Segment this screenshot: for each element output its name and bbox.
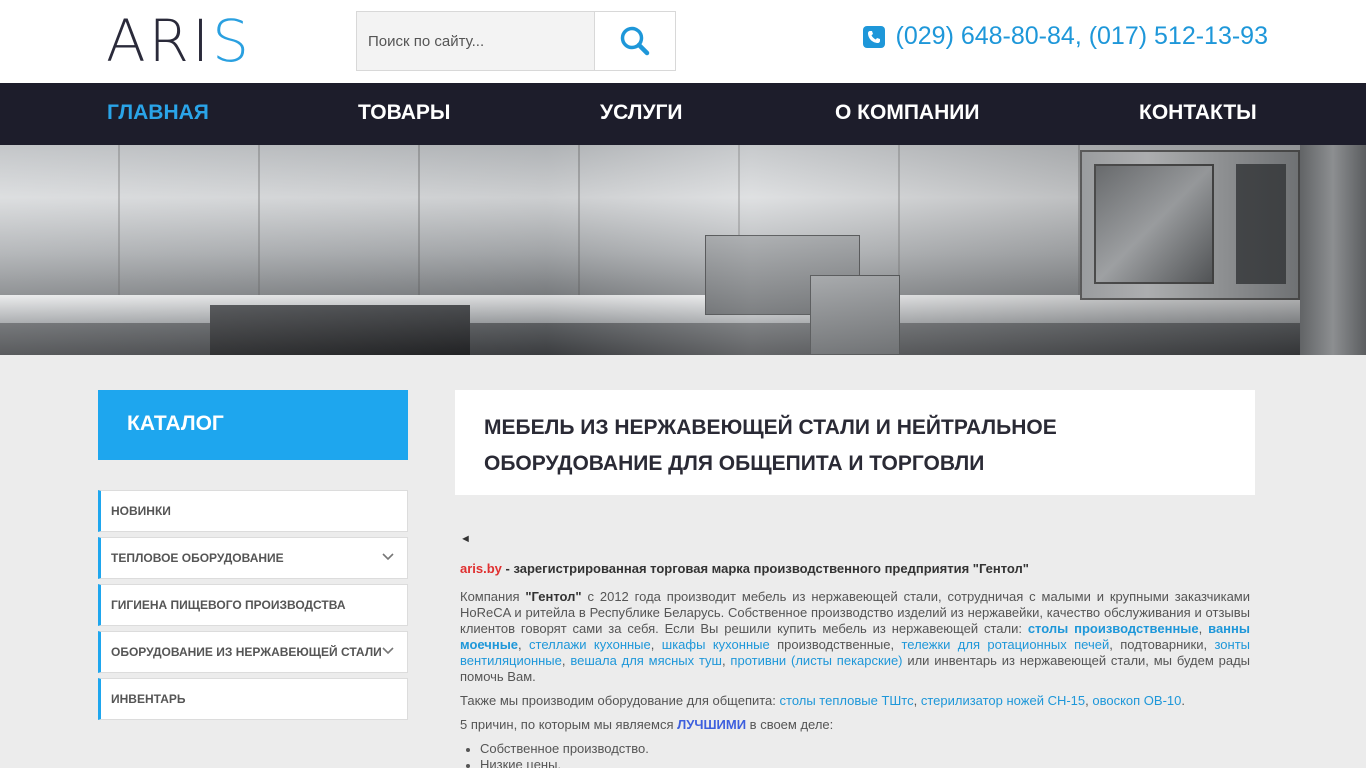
brand-name: aris.by (460, 561, 502, 576)
nav-item-products[interactable]: ТОВАРЫ (358, 101, 451, 125)
best-highlight: ЛУЧШИМИ (677, 717, 747, 732)
catalog-item-label: ОБОРУДОВАНИЕ ИЗ НЕРЖАВЕЮЩЕЙ СТАЛИ (111, 645, 382, 659)
chevron-down-icon[interactable] (381, 550, 395, 564)
link-kitchen-cabinets[interactable]: шкафы кухонные (662, 637, 770, 652)
link-knife-sterilizer[interactable]: стерилизатор ножей СН-15 (921, 693, 1085, 708)
catalog-heading: КАТАЛОГ (98, 390, 408, 460)
nav-item-home[interactable]: ГЛАВНАЯ (107, 101, 209, 125)
search-icon (620, 26, 650, 56)
catalog-item-stainless-equipment[interactable]: ОБОРУДОВАНИЕ ИЗ НЕРЖАВЕЮЩЕЙ СТАЛИ (98, 631, 408, 673)
company-paragraph: Компания "Гентол" с 2012 года производит… (460, 589, 1251, 684)
page-title-line2: ОБОРУДОВАНИЕ ДЛЯ ОБЩЕПИТА И ТОРГОВЛИ (484, 452, 985, 475)
nav-item-services[interactable]: УСЛУГИ (600, 101, 683, 125)
catalog-item-inventory[interactable]: ИНВЕНТАРЬ (98, 678, 408, 720)
page-title-line1: МЕБЕЛЬ ИЗ НЕРЖАВЕЮЩЕЙ СТАЛИ И НЕЙТРАЛЬНО… (484, 416, 1057, 439)
search-button[interactable] (594, 12, 675, 70)
company-name: "Гентол" (525, 589, 582, 604)
reasons-list: Собственное производство. Низкие цены. (460, 741, 1250, 768)
catalog-item-label: ИНВЕНТАРЬ (111, 692, 186, 706)
search-input[interactable] (357, 12, 595, 70)
catalog-item-label: ГИГИЕНА ПИЩЕВОГО ПРОИЗВОДСТВА (111, 598, 346, 612)
list-item: Низкие цены. (466, 757, 1250, 768)
page-title-box: МЕБЕЛЬ ИЗ НЕРЖАВЕЮЩЕЙ СТАЛИ И НЕЙТРАЛЬНО… (455, 390, 1255, 495)
nav-item-about[interactable]: О КОМПАНИИ (835, 101, 979, 125)
nav-item-contacts[interactable]: КОНТАКТЫ (1139, 101, 1257, 125)
intro-text: - зарегистрированная торговая марка прои… (501, 561, 1029, 576)
hero-banner-kitchen-image (0, 145, 1366, 355)
phone-icon (862, 25, 885, 48)
link-ovoscope[interactable]: овоскоп ОВ-10 (1092, 693, 1181, 708)
catalog-item-label: ТЕПЛОВОЕ ОБОРУДОВАНИЕ (111, 551, 284, 565)
catalog-item-food-hygiene[interactable]: ГИГИЕНА ПИЩЕВОГО ПРОИЗВОДСТВА (98, 584, 408, 626)
chevron-down-icon[interactable] (381, 644, 395, 658)
list-item: Собственное производство. (466, 741, 1250, 757)
link-baking-trays[interactable]: противни (листы пекарские) (730, 653, 902, 668)
logo-main-text: ARI (106, 7, 213, 75)
main-content: aris.by - зарегистрированная торговая ма… (460, 561, 1250, 768)
catalog-item-label: НОВИНКИ (111, 504, 171, 518)
link-kitchen-racks[interactable]: стеллажи кухонные (529, 637, 651, 652)
phone-contact[interactable]: (029) 648-80-84, (017) 512-13-93 (862, 22, 1268, 51)
search-box (356, 11, 676, 71)
catalog-item-thermal-equipment[interactable]: ТЕПЛОВОЕ ОБОРУДОВАНИЕ (98, 537, 408, 579)
logo-accent-text: S (212, 7, 252, 75)
main-nav: ГЛАВНАЯ ТОВАРЫ УСЛУГИ О КОМПАНИИ КОНТАКТ… (0, 83, 1366, 145)
page-title: МЕБЕЛЬ ИЗ НЕРЖАВЕЮЩЕЙ СТАЛИ И НЕЙТРАЛЬНО… (484, 410, 1255, 482)
site-logo[interactable]: ARIS (106, 12, 252, 70)
link-heat-tables[interactable]: столы тепловые ТШтс (780, 693, 914, 708)
reasons-heading: 5 причин, по которым мы являемся ЛУЧШИМИ… (460, 717, 834, 732)
link-rotary-oven-carts[interactable]: тележки для ротационных печей (901, 637, 1109, 652)
catalog-item-new[interactable]: НОВИНКИ (98, 490, 408, 532)
intro-line: aris.by - зарегистрированная торговая ма… (460, 561, 1250, 577)
slider-prev-arrow-icon[interactable]: ◄ (460, 533, 471, 545)
site-header: ARIS (029) 648-80-84, (017) 512-13-93 (0, 0, 1366, 83)
phone-numbers: (029) 648-80-84, (017) 512-13-93 (895, 22, 1268, 50)
equipment-paragraph: Также мы производим оборудование для общ… (460, 693, 1186, 708)
link-production-tables[interactable]: столы производственные (1028, 621, 1199, 636)
link-meat-hangers[interactable]: вешала для мясных туш (570, 653, 722, 668)
